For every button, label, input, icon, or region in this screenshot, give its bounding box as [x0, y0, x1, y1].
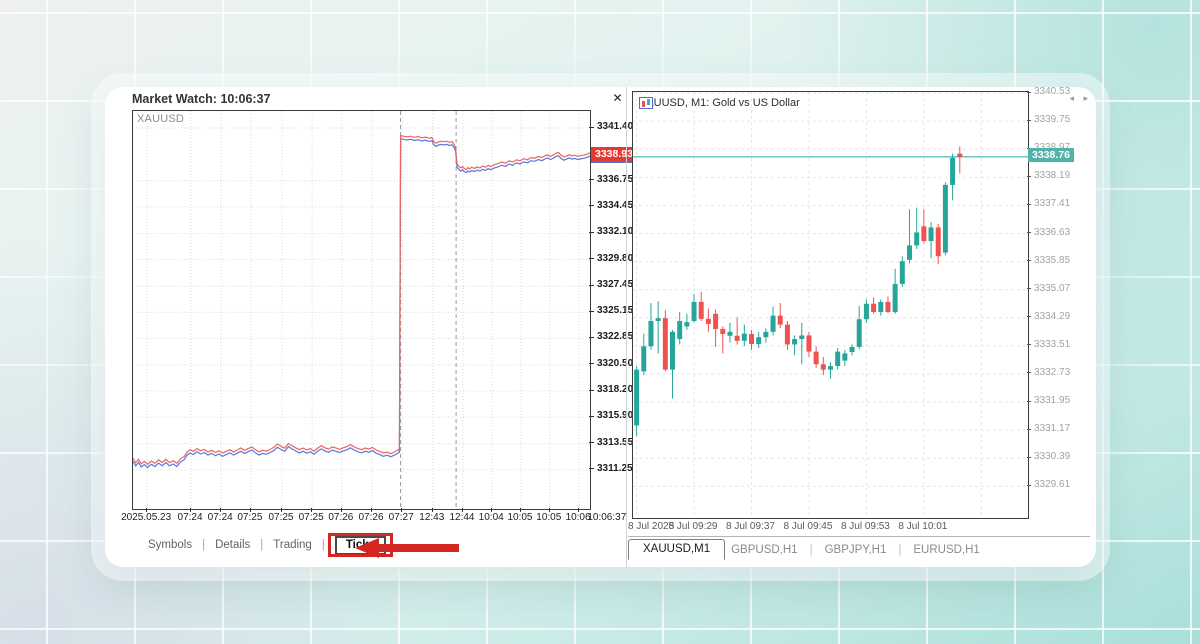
tick-chart-svg[interactable]	[133, 111, 590, 509]
x-axis-label: 8 Jul 10:01	[898, 521, 947, 532]
tick-chart[interactable]: XAUUSD	[132, 110, 591, 510]
page-background: Market Watch: 10:06:37 ✕ XAUUSD 3341.403…	[0, 0, 1200, 644]
y-axis-tick	[1027, 176, 1031, 177]
x-axis-label: 07:24	[178, 512, 203, 523]
y-axis-tick	[589, 337, 594, 338]
x-axis-label: 10:06:37	[587, 512, 626, 523]
chart-window-icon	[639, 97, 653, 109]
metatrader-window: Market Watch: 10:06:37 ✕ XAUUSD 3341.403…	[105, 87, 1096, 567]
x-axis-label: 8 Jul 09:29	[669, 521, 718, 532]
y-axis-label: 3335.07	[1034, 283, 1070, 294]
y-axis-tick	[589, 311, 594, 312]
y-axis-label: 3339.75	[1034, 114, 1070, 125]
x-axis-label: 2025.05.23	[121, 512, 171, 523]
x-axis-label: 07:24	[208, 512, 233, 523]
tab-symbols[interactable]: Symbols	[146, 537, 194, 553]
x-axis-label: 12:44	[449, 512, 474, 523]
candlestick-chart[interactable]: XAUUSD, M1: Gold vs US Dollar	[632, 91, 1029, 519]
tab-separator: |	[260, 539, 263, 551]
y-axis-label: 3329.61	[1034, 479, 1070, 490]
y-axis-tick	[1027, 457, 1031, 458]
y-axis-tick	[589, 468, 594, 469]
x-axis-label: 8 Jul 09:45	[783, 521, 832, 532]
chart-panel: XAUUSD, M1: Gold vs US Dollar 3340.53 333…	[627, 87, 1096, 567]
chart-tab-gbpjpy-h1[interactable]: GBPJPY,H1	[819, 541, 893, 559]
y-axis-tick	[589, 390, 594, 391]
chart-title: XAUUSD, M1: Gold vs US Dollar	[639, 97, 800, 109]
x-axis-label: 12:43	[419, 512, 444, 523]
tab-separator: |	[898, 544, 901, 556]
y-axis-tick	[1027, 232, 1031, 233]
y-axis-tick	[589, 179, 594, 180]
y-axis-label: 3338.19	[1034, 170, 1070, 181]
y-axis-tick	[1027, 204, 1031, 205]
y-axis-tick	[1027, 92, 1031, 93]
chart-tab-xauusd-m1[interactable]: XAUUSD,M1	[628, 539, 725, 560]
y-axis-label: 3337.41	[1034, 198, 1070, 209]
y-axis-label: 3333.51	[1034, 339, 1070, 350]
y-axis-tick	[589, 442, 594, 443]
current-price-badge: 3338.76	[1028, 148, 1074, 162]
tab-scroll-right-icon[interactable]: ▸	[1083, 93, 1088, 104]
chart-tab-bar: XAUUSD,M1GBPUSD,H1 | GBPJPY,H1 | EURUSD,H1	[628, 536, 1090, 563]
y-axis-tick	[1027, 120, 1031, 121]
x-axis-label: 8 Jul 09:53	[841, 521, 890, 532]
x-axis-label: 07:26	[358, 512, 383, 523]
x-axis-label: 8 Jul 09:37	[726, 521, 775, 532]
y-axis-label: 3335.85	[1034, 255, 1070, 266]
y-axis-tick	[589, 363, 594, 364]
y-axis-tick	[589, 205, 594, 206]
y-axis-label: 3332.73	[1034, 367, 1070, 378]
annotation-arrow-icon	[355, 537, 459, 559]
tab-trading[interactable]: Trading	[271, 537, 314, 553]
y-axis-tick	[1027, 372, 1031, 373]
tab-details[interactable]: Details	[213, 537, 252, 553]
tab-separator: |	[322, 539, 325, 551]
y-axis-tick	[589, 258, 594, 259]
tab-separator: |	[202, 539, 205, 551]
y-axis-label: 3330.39	[1034, 451, 1070, 462]
x-axis-label: 07:25	[268, 512, 293, 523]
y-axis-label: 3331.17	[1034, 423, 1070, 434]
market-watch-panel: Market Watch: 10:06:37 ✕ XAUUSD 3341.403…	[105, 87, 626, 567]
tab-separator: |	[810, 544, 813, 556]
x-axis-label: 10:05	[536, 512, 561, 523]
y-axis-tick	[1027, 260, 1031, 261]
y-axis-label: 3336.63	[1034, 227, 1070, 238]
chart-tab-eurusd-h1[interactable]: EURUSD,H1	[907, 541, 985, 559]
y-axis-label: 3340.53	[1034, 86, 1070, 97]
tick-chart-symbol-label: XAUUSD	[137, 113, 184, 125]
market-watch-title: Market Watch: 10:06:37	[132, 92, 270, 106]
y-axis-tick	[589, 416, 594, 417]
y-axis-tick	[1027, 344, 1031, 345]
chart-header: XAUUSD, M1: Gold vs US Dollar	[639, 97, 800, 109]
y-axis-tick	[589, 285, 594, 286]
close-icon[interactable]: ✕	[610, 91, 625, 105]
market-watch-titlebar[interactable]: Market Watch: 10:06:37 ✕	[132, 90, 625, 109]
y-axis-tick	[589, 232, 594, 233]
x-axis-label: 07:26	[328, 512, 353, 523]
y-axis-tick	[589, 127, 594, 128]
chart-tab-gbpusd-h1[interactable]: GBPUSD,H1	[725, 541, 803, 559]
y-axis-tick	[1027, 429, 1031, 430]
y-axis-tick	[1027, 316, 1031, 317]
x-axis-label: 07:25	[299, 512, 324, 523]
x-axis-label: 10:05	[507, 512, 532, 523]
x-axis-label: 07:27	[389, 512, 414, 523]
x-axis-label: 8 Jul 2025	[628, 521, 674, 532]
y-axis-tick	[1027, 288, 1031, 289]
y-axis-tick	[1027, 401, 1031, 402]
candlestick-chart-svg[interactable]	[633, 92, 1028, 518]
x-axis-label: 07:25	[237, 512, 262, 523]
y-axis-tick	[1027, 485, 1031, 486]
x-axis-label: 10:04	[479, 512, 504, 523]
market-watch-tab-bar: Symbols|Details|Trading|Ticks	[132, 532, 386, 558]
y-axis-label: 3334.29	[1034, 311, 1070, 322]
tab-scroll-left-icon[interactable]: ◂	[1069, 93, 1074, 104]
y-axis-label: 3331.95	[1034, 395, 1070, 406]
